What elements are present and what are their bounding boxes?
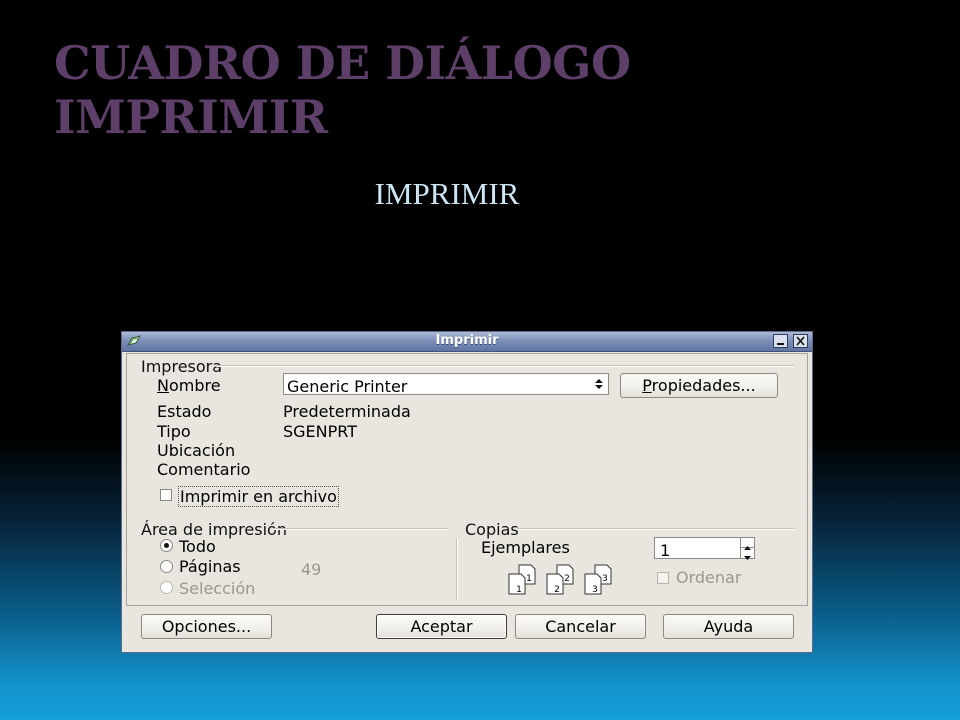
collate-num-3a: 3: [602, 574, 608, 584]
copies-group-label: Copias: [465, 520, 519, 539]
arrow-down-icon: [744, 556, 751, 560]
properties-button-label: ropiedades...: [651, 376, 756, 395]
radio-all[interactable]: [160, 539, 173, 552]
status-label: Estado: [157, 402, 212, 421]
minimize-button[interactable]: [773, 334, 788, 348]
print-to-file-label[interactable]: Imprimir en archivo: [178, 486, 339, 507]
collate-page-set-1: 1 1: [508, 564, 536, 595]
radio-pages-label[interactable]: Páginas: [179, 557, 241, 576]
copies-spinbox[interactable]: 1: [654, 537, 755, 560]
printer-group-separator: [216, 365, 794, 367]
printer-name-value: Generic Printer: [287, 377, 408, 396]
radio-selection[interactable]: [160, 581, 173, 594]
copies-value: 1: [660, 541, 671, 560]
slide-subtitle: IMPRIMIR: [374, 176, 520, 211]
slide-title-line-1: CUADRO DE DIÁLOGO: [54, 36, 631, 90]
radio-all-label[interactable]: Todo: [179, 537, 216, 556]
printer-group-label: Impresora: [141, 357, 223, 376]
type-label: Tipo: [157, 422, 191, 441]
close-button[interactable]: [793, 334, 808, 348]
collate-num-2a: 2: [564, 574, 570, 584]
collate-num-1b: 1: [516, 585, 522, 595]
help-button[interactable]: Ayuda: [663, 614, 794, 639]
radio-pages[interactable]: [160, 560, 173, 573]
collate-page-set-2: 2 2: [546, 564, 574, 595]
copies-vertical-separator: [456, 538, 458, 600]
copies-separator: [518, 528, 794, 530]
dialog-title: Imprimir: [435, 333, 499, 348]
updown-arrows-icon: [595, 379, 603, 389]
options-button[interactable]: Opciones...: [141, 614, 272, 639]
collate-pages-icon: 1 1 2 2 3 3: [508, 564, 612, 595]
location-label: Ubicación: [157, 441, 236, 460]
printer-name-combobox[interactable]: Generic Printer: [283, 373, 609, 396]
close-icon: [796, 336, 805, 346]
pages-input[interactable]: 49: [301, 560, 321, 579]
collate-label[interactable]: Ordenar: [676, 568, 741, 587]
cancel-button[interactable]: Cancelar: [515, 614, 646, 639]
comment-label: Comentario: [157, 460, 251, 479]
slide-title-line-2: IMPRIMIR: [54, 90, 328, 144]
slide-title: CUADRO DE DIÁLOGO IMPRIMIR: [54, 36, 631, 144]
printer-name-label-rest: ombre: [168, 376, 221, 395]
copies-label: Ejemplares: [481, 538, 570, 557]
print-to-file-checkbox[interactable]: [160, 489, 172, 501]
collate-num-1a: 1: [526, 574, 532, 584]
type-value: SGENPRT: [283, 422, 358, 441]
printer-name-label: Nombre: [157, 376, 221, 395]
ok-button[interactable]: Aceptar: [376, 614, 507, 639]
copies-decrement[interactable]: [740, 548, 754, 560]
collate-checkbox[interactable]: [657, 572, 669, 584]
copies-increment[interactable]: [740, 538, 754, 550]
radio-selection-label[interactable]: Selección: [179, 579, 255, 598]
minimize-icon: [777, 343, 784, 345]
print-range-separator: [274, 528, 448, 530]
dialog-titlebar[interactable]: Imprimir: [122, 332, 812, 352]
status-value: Predeterminada: [283, 402, 411, 421]
collate-num-3b: 3: [592, 585, 598, 595]
properties-button[interactable]: Propiedades...: [620, 373, 778, 398]
collate-num-2b: 2: [554, 585, 560, 595]
collate-page-set-3: 3 3: [584, 564, 612, 595]
